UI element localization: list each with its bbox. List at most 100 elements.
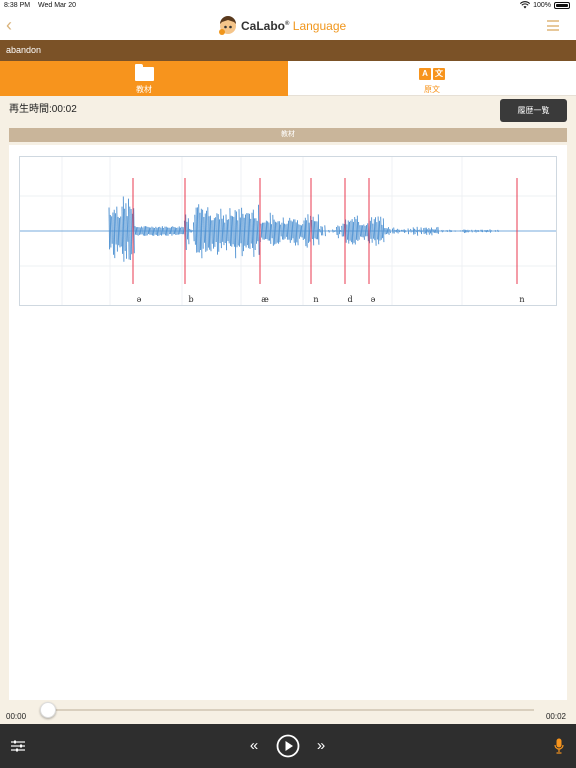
waveform-stroke bbox=[291, 221, 294, 239]
status-time: 8:38 PM bbox=[4, 2, 31, 9]
waveform-stroke bbox=[233, 216, 235, 247]
waveform-stroke bbox=[416, 226, 419, 236]
waveform-stroke bbox=[312, 216, 315, 246]
waveform-stroke bbox=[386, 228, 389, 234]
waveform-stroke bbox=[360, 225, 363, 237]
panel-header: 教材 bbox=[9, 128, 567, 142]
waveform-stroke bbox=[202, 209, 204, 249]
logo-product: Language bbox=[292, 19, 347, 33]
waveform-stroke bbox=[303, 220, 306, 239]
hamburger-menu-icon[interactable] bbox=[547, 20, 559, 34]
waveform-stroke bbox=[342, 223, 345, 237]
waveform-stroke bbox=[122, 196, 125, 262]
waveform-stroke bbox=[489, 229, 491, 233]
status-bar: 8:38 PM Wed Mar 20 100% bbox=[0, 0, 576, 12]
waveform-stroke bbox=[144, 226, 147, 236]
waveform-stroke bbox=[332, 229, 334, 233]
waveform-stroke bbox=[407, 228, 410, 235]
waveform-stroke bbox=[271, 224, 273, 239]
status-date: Wed Mar 20 bbox=[38, 2, 76, 9]
progress-knob[interactable] bbox=[40, 702, 56, 718]
folder-icon bbox=[134, 63, 154, 81]
waveform-stroke bbox=[177, 227, 179, 235]
waveform-stroke bbox=[247, 213, 250, 249]
waveform-stroke bbox=[442, 230, 445, 232]
waveform-stroke bbox=[139, 227, 142, 235]
waveform-stroke bbox=[388, 227, 390, 235]
waveform-stroke bbox=[351, 219, 354, 245]
phoneme-label: n bbox=[519, 295, 524, 304]
phoneme-label: d bbox=[347, 295, 352, 304]
tab-material[interactable]: 教材 bbox=[0, 61, 288, 96]
waveform-stroke bbox=[337, 225, 339, 239]
waveform-stroke bbox=[208, 216, 211, 250]
waveform-stroke bbox=[209, 215, 212, 252]
waveform-stroke bbox=[135, 227, 138, 236]
waveform-stroke bbox=[185, 214, 187, 251]
waveform-stroke bbox=[276, 222, 278, 243]
waveform-stroke bbox=[372, 223, 374, 239]
waveform-stroke bbox=[402, 229, 404, 232]
waveform-stroke bbox=[137, 227, 139, 236]
tab-original-text[interactable]: A文 原文 bbox=[288, 61, 576, 96]
history-list-button[interactable]: 履歴一覧 bbox=[500, 99, 567, 122]
waveform-stroke bbox=[417, 230, 420, 232]
waveform-stroke bbox=[427, 229, 429, 233]
waveform-stroke bbox=[221, 218, 224, 242]
waveform-stroke bbox=[219, 219, 221, 244]
waveform-stroke bbox=[358, 221, 360, 240]
waveform-stroke bbox=[147, 226, 150, 235]
player-toolbar: « » bbox=[0, 724, 576, 768]
waveform-stroke bbox=[242, 213, 244, 252]
waveform-stroke bbox=[222, 215, 225, 246]
waveform-stroke bbox=[346, 224, 348, 240]
waveform-stroke bbox=[146, 226, 148, 236]
waveform-stroke bbox=[477, 230, 480, 232]
waveform-stroke bbox=[362, 225, 364, 238]
waveform-stroke bbox=[237, 220, 239, 246]
equalizer-settings-button[interactable] bbox=[10, 738, 26, 754]
waveform-stroke bbox=[425, 227, 428, 235]
waveform-stroke bbox=[385, 228, 387, 235]
translate-icon: A文 bbox=[419, 66, 445, 81]
waveform-stroke bbox=[414, 228, 416, 235]
waveform-stroke bbox=[199, 212, 202, 251]
tab-original-text-label: 原文 bbox=[424, 85, 440, 94]
play-button[interactable] bbox=[276, 734, 300, 758]
waveform-stroke bbox=[193, 222, 195, 242]
waveform-stroke bbox=[164, 226, 166, 236]
waveform-stroke bbox=[280, 224, 282, 237]
waveform-stroke bbox=[419, 229, 421, 233]
record-button[interactable] bbox=[552, 737, 566, 755]
waveform-stroke bbox=[450, 229, 452, 233]
waveform-svg: əbændən bbox=[19, 156, 557, 306]
waveform-stroke bbox=[200, 208, 203, 259]
waveform-stroke bbox=[376, 222, 378, 240]
waveform-stroke bbox=[485, 229, 488, 233]
waveform-stroke bbox=[258, 204, 260, 255]
waveform-stroke bbox=[267, 221, 269, 241]
waveform-stroke bbox=[126, 216, 129, 242]
waveform-stroke bbox=[298, 224, 300, 239]
waveform-stroke bbox=[466, 230, 468, 233]
waveform-stroke bbox=[315, 221, 317, 240]
back-chevron-icon[interactable]: ‹ bbox=[6, 15, 12, 36]
waveform-stroke bbox=[480, 229, 482, 232]
waveform-stroke bbox=[157, 227, 160, 236]
waveform-stroke bbox=[349, 221, 351, 241]
waveform-stroke bbox=[308, 222, 311, 242]
waveform-stroke bbox=[261, 222, 264, 240]
playback-time: 再生時間:00:02 bbox=[9, 104, 77, 115]
waveform-stroke bbox=[371, 217, 373, 243]
waveform-stroke bbox=[277, 221, 280, 244]
waveform-stroke bbox=[116, 206, 118, 252]
rewind-button[interactable]: « bbox=[245, 736, 263, 754]
progress-track[interactable] bbox=[48, 709, 534, 711]
fast-forward-button[interactable]: » bbox=[312, 736, 330, 754]
waveform-stroke bbox=[463, 229, 465, 234]
waveform-stroke bbox=[143, 226, 146, 236]
waveform-stroke bbox=[154, 227, 156, 235]
waveform-stroke bbox=[294, 219, 296, 246]
waveform-stroke bbox=[459, 230, 461, 232]
waveform-stroke bbox=[195, 207, 198, 253]
